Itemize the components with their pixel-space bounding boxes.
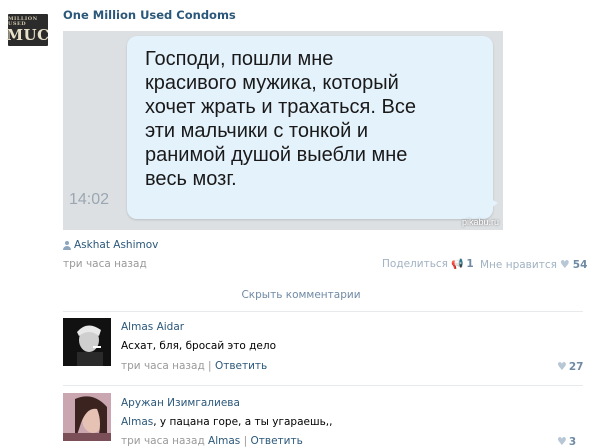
comment-like-count: 3 xyxy=(568,435,577,448)
hide-comments-link[interactable]: Скрыть комментарии xyxy=(0,289,602,301)
avatar-photo xyxy=(63,318,111,366)
comment-avatar[interactable] xyxy=(63,393,111,441)
divider xyxy=(63,385,583,386)
comment-like-count: 27 xyxy=(568,360,584,373)
like-count: 54 xyxy=(572,258,588,271)
comment-author[interactable]: Аружан Изимгалиева xyxy=(121,397,240,409)
share-label: Поделиться xyxy=(382,258,448,270)
group-title[interactable]: One Million Used Condoms xyxy=(63,8,236,22)
avatar-photo xyxy=(63,393,111,441)
share-count: 1 xyxy=(466,258,474,270)
like-button[interactable]: Мне нравится ♥ 54 xyxy=(480,258,587,271)
heart-icon: ♥ xyxy=(559,258,570,271)
share-button[interactable]: Поделиться 📢 1 xyxy=(382,258,474,270)
meta-separator: | xyxy=(243,435,251,447)
megaphone-icon: 📢 xyxy=(450,258,464,270)
watermark: pikabu.ru xyxy=(461,217,499,227)
heart-icon: ♥ xyxy=(557,360,567,373)
message-text: Господи, пошли мне красивого мужика, кот… xyxy=(145,48,416,190)
reply-link[interactable]: Ответить xyxy=(251,435,303,447)
group-logo[interactable]: MILLION USED MUC xyxy=(6,14,50,46)
post-time[interactable]: три часа назад xyxy=(63,258,147,270)
group-logo-big-text: MUC xyxy=(6,26,50,44)
comment-time[interactable]: три часа назад xyxy=(121,360,205,372)
comment-text: Almas, у пацана горе, а ты угараешь,, xyxy=(121,416,332,428)
like-label: Мне нравится xyxy=(480,258,557,271)
comment-time[interactable]: три часа назад xyxy=(121,435,205,447)
reply-link[interactable]: Ответить xyxy=(215,360,267,372)
post-author-name: Askhat Ashimov xyxy=(74,239,159,251)
comment-text-body: , у пацана горе, а ты угараешь,, xyxy=(153,416,333,428)
person-icon xyxy=(63,240,71,250)
comment-avatar[interactable] xyxy=(63,318,111,366)
comment-meta: три часа назад Almas | Ответить xyxy=(121,435,303,447)
message-time: 14:02 xyxy=(69,191,110,208)
reply-to-link[interactable]: Almas xyxy=(208,435,240,447)
meta-separator: | xyxy=(208,360,215,372)
post-image[interactable]: Господи, пошли мне красивого мужика, кот… xyxy=(63,31,503,230)
comment-like-button[interactable]: ♥ 27 xyxy=(557,360,584,373)
post-author[interactable]: Askhat Ashimov xyxy=(63,239,158,251)
comment-text: Асхат, бля, бросай это дело xyxy=(121,340,277,352)
message-bubble-tail xyxy=(484,195,498,213)
divider xyxy=(63,311,583,312)
mention-link[interactable]: Almas xyxy=(121,416,153,428)
comment-like-button[interactable]: ♥ 3 xyxy=(557,435,576,448)
comment-author[interactable]: Almas Aidar xyxy=(121,321,184,333)
comment-meta: три часа назад | Ответить xyxy=(121,360,267,372)
heart-icon: ♥ xyxy=(557,435,567,448)
